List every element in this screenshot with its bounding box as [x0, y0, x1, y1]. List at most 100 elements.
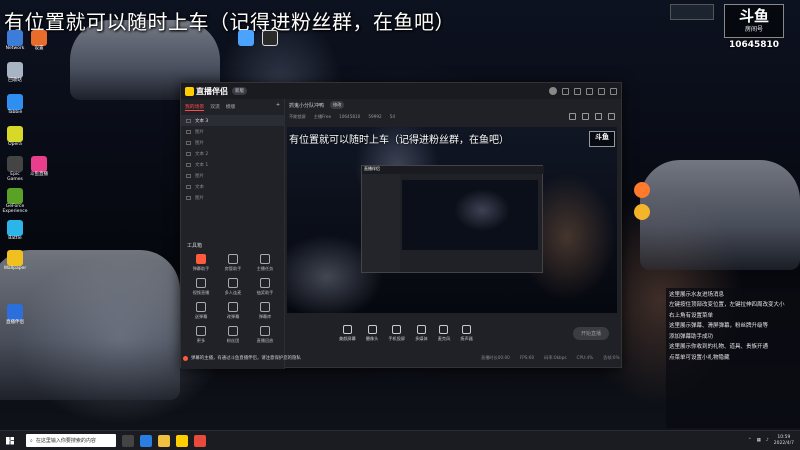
notice-text: 弹幕的主播，有通过斗鱼直播伴侣，请注意保护您的隐私: [191, 356, 301, 361]
screen-capture-button[interactable]: 美颜屏幕: [339, 324, 356, 342]
tab-dual-stream[interactable]: 双流: [210, 103, 220, 111]
clock-date: 2022/4/7: [773, 440, 794, 446]
mini-live-widget[interactable]: [670, 4, 714, 20]
tool-replay[interactable]: 直播回放: [249, 326, 281, 344]
tool-send-danmu[interactable]: 送弹幕: [185, 302, 217, 320]
eye-icon[interactable]: [186, 118, 191, 123]
message-tool-icon[interactable]: [582, 113, 589, 120]
desktop-icon-epic[interactable]: Epic Games: [2, 156, 28, 183]
eye-icon[interactable]: [186, 173, 191, 178]
close-icon[interactable]: [610, 87, 617, 95]
chat-message: 这里展示弹幕、滑屏弹幕，粉丝牌升级等: [669, 323, 769, 330]
start-button[interactable]: [0, 431, 20, 450]
sidebar-tabs: 我的场景 双流 模版 +: [181, 99, 284, 115]
desktop-icon-network[interactable]: Network: [2, 30, 28, 52]
user-avatar[interactable]: [549, 87, 557, 95]
chat-message: 右上角有设置菜单: [669, 312, 714, 319]
volume-icon[interactable]: ♪: [766, 438, 769, 443]
desktop-icon-opera[interactable]: Opera: [2, 126, 28, 148]
tool-lottery[interactable]: 抽奖助手: [249, 278, 281, 296]
mic-group-icon: [228, 278, 238, 288]
scene-item[interactable]: 图片: [181, 137, 284, 148]
tray-arrow-icon[interactable]: ⌃: [748, 438, 752, 443]
recursive-sidebar: [362, 174, 400, 272]
message-icon[interactable]: [562, 87, 569, 95]
phone-cast-button[interactable]: 手机投屏: [388, 324, 405, 342]
camera-button[interactable]: 摄像头: [366, 324, 378, 342]
add-scene-icon[interactable]: +: [276, 103, 280, 111]
scene-item[interactable]: 图片: [181, 126, 284, 137]
minimize-icon[interactable]: [586, 87, 593, 95]
admin-icon: [228, 254, 238, 264]
phone-icon: [392, 324, 402, 334]
stream-overlay-title: 有位置就可以随时上车（记得进粉丝群，在鱼吧）: [4, 10, 455, 34]
tool-room-admin[interactable]: 房管助手: [217, 254, 249, 272]
target-tool-icon[interactable]: [595, 113, 602, 120]
scene-item[interactable]: 图片: [181, 170, 284, 181]
eye-icon[interactable]: [186, 140, 191, 145]
badge-icon-1[interactable]: [634, 182, 650, 198]
tool-host-tasks[interactable]: 主播任务: [249, 254, 281, 272]
share-tool-icon[interactable]: [608, 113, 615, 120]
eye-icon[interactable]: [186, 162, 191, 167]
room-number: 10645810: [728, 40, 780, 50]
scene-item[interactable]: 文本 3: [181, 115, 284, 126]
eye-icon[interactable]: [186, 184, 191, 189]
scene-item[interactable]: 文本 1: [181, 159, 284, 170]
gift-tool-icon[interactable]: [569, 113, 576, 120]
edit-title-button[interactable]: 修改: [330, 101, 345, 109]
stream-title[interactable]: 抓鬼小分队冲鸭: [289, 102, 324, 109]
browser-icon[interactable]: [140, 434, 152, 447]
scene-item[interactable]: 文本: [181, 181, 284, 192]
taskbar-shortcut-icon-2[interactable]: [262, 30, 278, 46]
tool-multi-mic[interactable]: 多人连麦: [217, 278, 249, 296]
app-titlebar[interactable]: 直播伴侣 新版: [181, 83, 621, 99]
windows-taskbar: ⌕ 在这里输入你要搜索的内容 ⌃ ▦ ♪ 10:59 2022/4/7: [0, 430, 800, 450]
tool-more[interactable]: 更多: [185, 326, 217, 344]
desktop-icon-battle[interactable]: Battle: [2, 220, 28, 242]
live-preview[interactable]: 有位置就可以随时上车（记得进粉丝群，在鱼吧） 斗鱼 直播伴侣: [287, 127, 617, 313]
desktop-icon-tabbie[interactable]: Tabbie: [2, 94, 28, 116]
stream-meta-item: 10645810: [339, 114, 361, 119]
task-view-icon[interactable]: [122, 434, 134, 447]
tool-video-live[interactable]: 视频直播: [185, 278, 217, 296]
chat-panel[interactable]: 这里展示水友进场消息 左键按住顶部改变位置，左键拉伸四周改变大小 右上角有设置菜…: [666, 288, 800, 428]
tool-danmu-library[interactable]: 弹幕库: [249, 302, 281, 320]
stream-meta-item: 主播Free: [313, 114, 332, 119]
desktop-icon-douyu[interactable]: 斗鱼直播: [26, 156, 52, 178]
eye-icon[interactable]: [186, 151, 191, 156]
tool-fan-club[interactable]: 粉丝团: [217, 326, 249, 344]
desktop-icon-live-companion[interactable]: 直播伴侣: [2, 304, 28, 326]
maximize-icon[interactable]: [598, 87, 605, 95]
tool-danmu-helper[interactable]: 弹幕助手: [185, 254, 217, 272]
microphone-button[interactable]: 麦克风: [438, 324, 450, 342]
network-icon[interactable]: ▦: [757, 438, 761, 443]
toolbox-grid: 弹幕助手 房管助手 主播任务 视频直播 多人连麦 抽奖助手 送弹幕 改弹幕 弹幕…: [185, 254, 281, 344]
badge-icon-2[interactable]: [634, 204, 650, 220]
tab-my-scenes[interactable]: 我的场景: [185, 103, 205, 111]
scene-item[interactable]: 文本 2: [181, 148, 284, 159]
app-version-badge[interactable]: 新版: [232, 87, 247, 95]
tab-templates[interactable]: 模版: [226, 103, 236, 111]
scene-item[interactable]: 图片: [181, 192, 284, 203]
media-button[interactable]: 多媒体: [415, 324, 428, 342]
tool-edit-danmu[interactable]: 改弹幕: [217, 302, 249, 320]
eye-icon[interactable]: [186, 195, 191, 200]
desktop-icon-recycle-bin[interactable]: 回收站: [2, 62, 28, 84]
eye-icon[interactable]: [186, 129, 191, 134]
system-tray: ⌃ ▦ ♪ 10:59 2022/4/7: [748, 435, 800, 446]
speaker-icon: [462, 324, 472, 334]
recursive-preview: [402, 180, 538, 250]
clock[interactable]: 10:59 2022/4/7: [774, 435, 794, 446]
start-live-button[interactable]: 开始直播: [572, 326, 609, 340]
explorer-icon[interactable]: [158, 434, 170, 447]
desktop-icon-geforce[interactable]: GeForce Experience: [2, 188, 28, 215]
taskbar-search[interactable]: ⌕ 在这里输入你要搜索的内容: [26, 434, 116, 447]
desktop-icon-settings[interactable]: 设置: [26, 30, 52, 52]
speaker-button[interactable]: 扬声器: [460, 324, 473, 342]
app-taskbar-icon[interactable]: [194, 434, 206, 447]
desktop-icon-wallpaper[interactable]: Wallpaper: [2, 250, 28, 272]
live-companion-taskbar-icon[interactable]: [176, 434, 188, 447]
settings-icon[interactable]: [574, 87, 581, 95]
taskbar-shortcut-icon-1[interactable]: [238, 30, 254, 46]
